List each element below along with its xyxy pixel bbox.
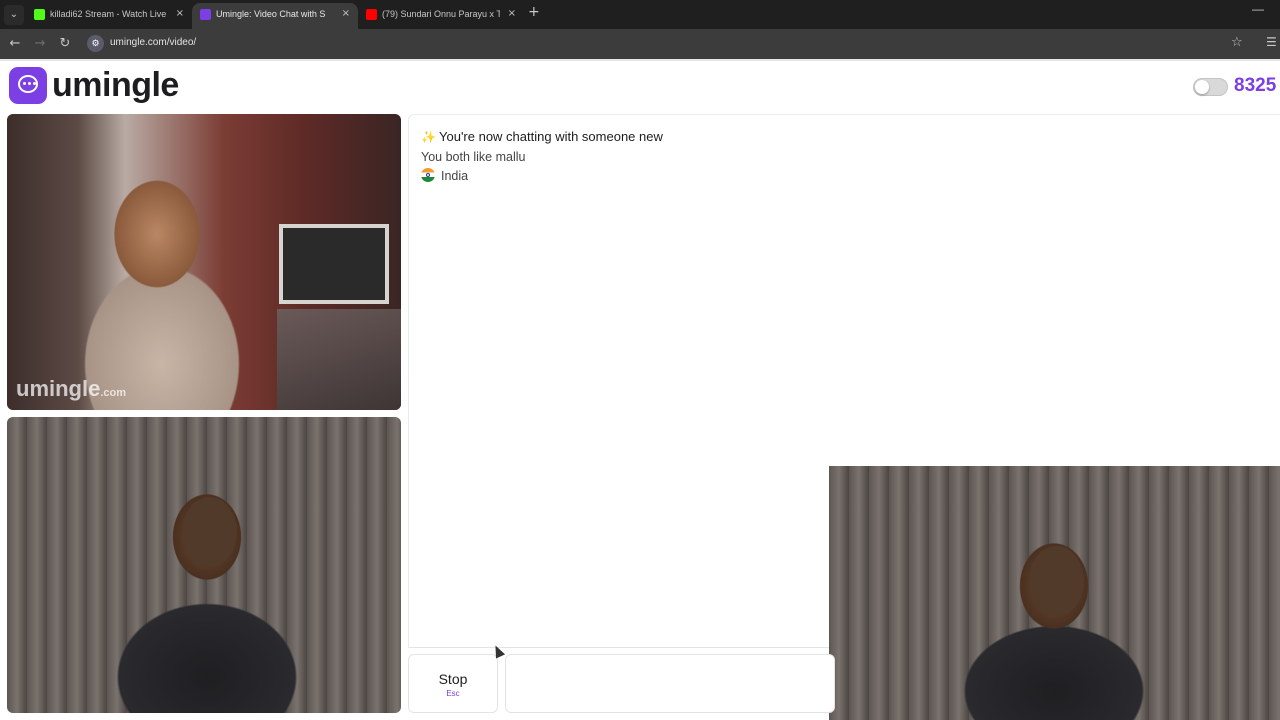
sparkle-icon: ✨ <box>421 130 436 144</box>
watermark-suffix: .com <box>100 387 127 399</box>
stop-label: Stop <box>438 671 468 687</box>
logo-dots <box>22 82 36 86</box>
theme-toggle[interactable] <box>1193 78 1228 96</box>
tab-title: Umingle: Video Chat with S <box>216 9 326 19</box>
toolbar-divider <box>0 59 1280 61</box>
new-tab-button[interactable]: + <box>528 4 540 20</box>
browser-tab-active[interactable]: Umingle: Video Chat with S × <box>192 3 358 29</box>
forward-arrow-icon[interactable]: → <box>31 35 49 53</box>
address-bar-url[interactable]: umingle.com/video/ <box>110 37 196 48</box>
online-user-count: 8325 <box>1234 75 1277 96</box>
site-logo-text[interactable]: umingle <box>52 66 179 105</box>
stranger-country: India <box>421 168 468 183</box>
stop-shortcut-hint: Esc <box>446 689 460 698</box>
toggle-knob <box>1195 80 1209 94</box>
video-background-window <box>279 224 389 304</box>
bookmark-star-icon[interactable]: ☆ <box>1231 35 1243 50</box>
tab-title: killadi62 Stream - Watch Live o <box>50 9 168 19</box>
browser-tab[interactable]: killadi62 Stream - Watch Live o × <box>26 3 192 29</box>
video-figure <box>1029 546 1084 616</box>
tab-close-icon[interactable]: × <box>508 3 516 25</box>
stranger-video: umingle.com <box>7 114 401 410</box>
system-message: ✨ You're now chatting with someone new <box>421 129 663 144</box>
umingle-logo-icon[interactable] <box>9 67 47 104</box>
watermark-main: umingle <box>16 376 101 401</box>
umingle-favicon-icon <box>200 9 211 20</box>
picture-in-picture-video[interactable] <box>829 466 1280 720</box>
video-background-bed <box>277 309 401 410</box>
browser-toolbar: ← → ↻ ⚙ umingle.com/video/ ☆ ☰ <box>0 29 1280 59</box>
tab-close-icon[interactable]: × <box>176 3 184 25</box>
message-input[interactable] <box>505 654 835 713</box>
tab-close-icon[interactable]: × <box>342 3 350 25</box>
site-info-icon[interactable]: ⚙ <box>87 35 104 52</box>
reading-list-icon[interactable]: ☰ <box>1266 35 1277 49</box>
country-name: India <box>441 169 469 183</box>
umingle-watermark: umingle.com <box>16 376 126 402</box>
tab-title: (79) Sundari Onnu Parayu x Tal <box>382 9 500 19</box>
india-flag-icon <box>421 168 435 182</box>
self-video <box>7 417 401 713</box>
stop-button[interactable]: Stop Esc <box>408 654 498 713</box>
back-arrow-icon[interactable]: ← <box>6 35 24 53</box>
minimize-window-button[interactable]: — <box>1252 2 1264 16</box>
status-message: You're now chatting with someone new <box>439 129 663 144</box>
shared-interests: You both like mallu <box>421 150 526 164</box>
browser-tab-strip: ⌄ killadi62 Stream - Watch Live o × Umin… <box>0 0 1280 29</box>
tab-list-button[interactable]: ⌄ <box>4 5 24 25</box>
video-figure <box>182 497 237 567</box>
youtube-favicon-icon <box>366 9 377 20</box>
kick-favicon-icon <box>34 9 45 20</box>
reload-icon[interactable]: ↻ <box>56 35 74 53</box>
browser-tab[interactable]: (79) Sundari Onnu Parayu x Tal × <box>358 3 524 29</box>
